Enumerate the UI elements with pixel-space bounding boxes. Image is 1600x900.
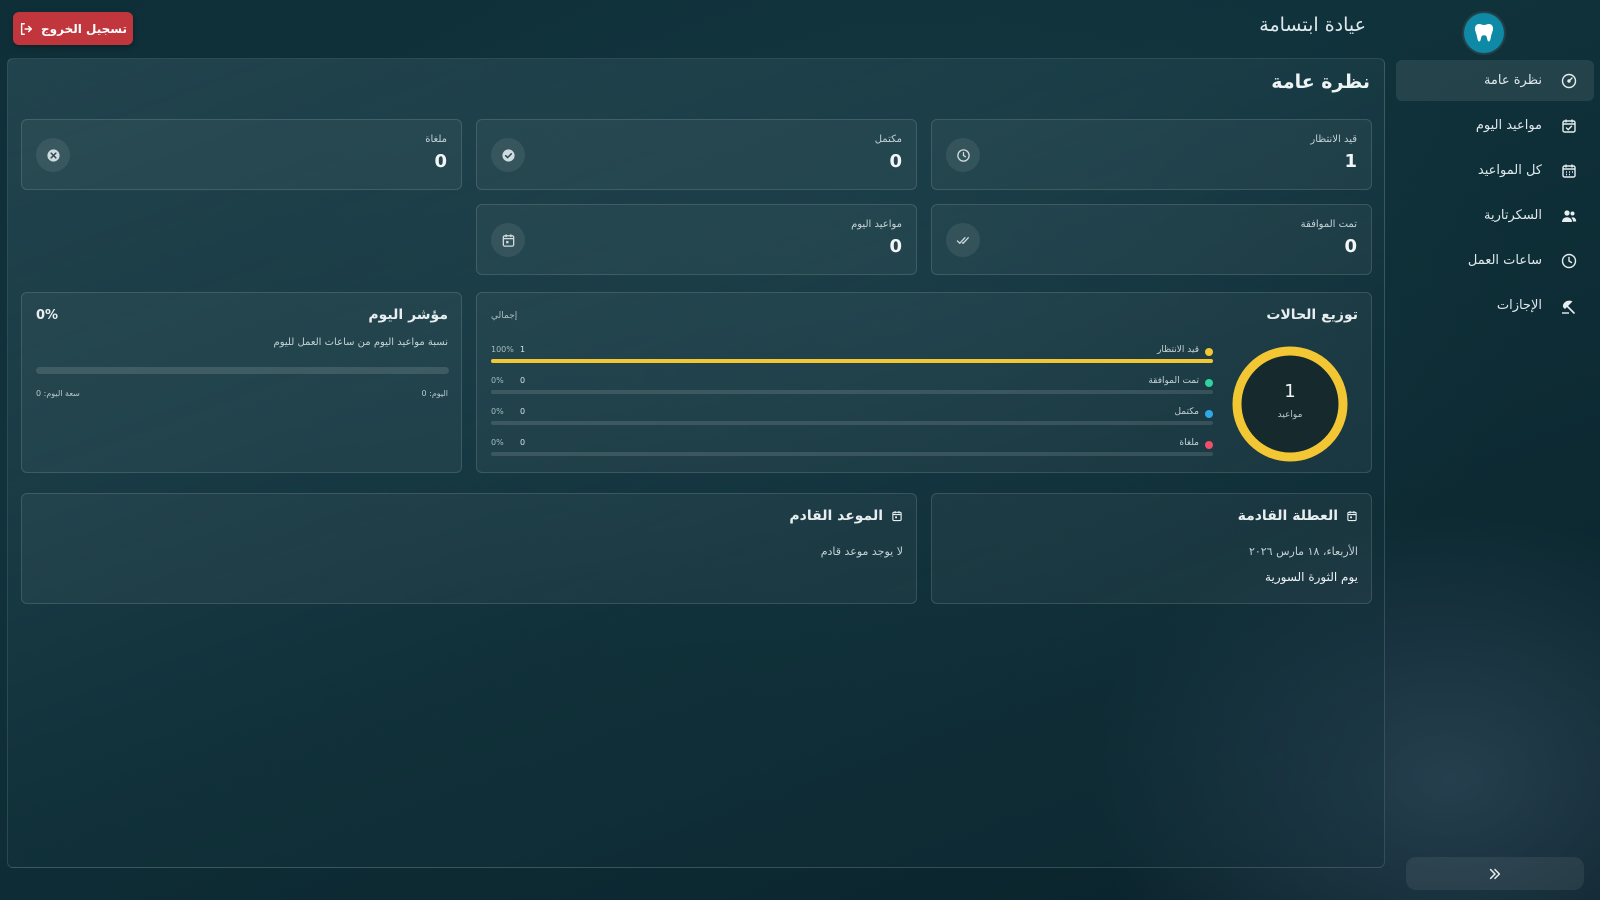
status-label: تمت الموافقة (1148, 376, 1199, 386)
sidebar-item-overview[interactable]: نظرة عامة (1396, 60, 1594, 101)
sidebar-item-label: الإجازات (1496, 298, 1542, 313)
stat-label: تمت الموافقة (1300, 219, 1357, 230)
status-bar-track (491, 359, 1213, 363)
next-holiday-title-text: العطلة القادمة (1237, 508, 1338, 524)
stat-card-pending: قيد الانتظار 1 (931, 119, 1372, 190)
status-bar-track (491, 452, 1213, 456)
status-percent: 100% (491, 345, 514, 354)
calendar-icon (1560, 162, 1578, 180)
distribution-title: توزيع الحالات (1266, 307, 1358, 323)
stat-label: مواعيد اليوم (851, 219, 902, 230)
stat-value: 0 (434, 151, 447, 172)
indicator-today-text: اليوم: 0 (421, 389, 449, 398)
next-holiday-title: العطلة القادمة (1238, 508, 1358, 524)
clock-icon (946, 138, 980, 172)
status-bar-track (491, 421, 1213, 425)
sidebar-collapse-button[interactable] (1406, 857, 1584, 890)
stat-label: قيد الانتظار (1310, 134, 1357, 145)
double-chevron-icon (1489, 868, 1501, 879)
stat-card-cancelled: ملغاة 0 (21, 119, 462, 190)
stat-value: 0 (889, 151, 902, 172)
indicator-progress-track (36, 367, 449, 374)
next-appointment-card: الموعد القادم لا يوجد موعد قادم (21, 493, 917, 604)
indicator-percent: 0% (36, 308, 59, 323)
distribution-row-cancelled: ملغاة 0% 0 (491, 438, 1213, 458)
distribution-total-label: إجمالي (491, 311, 518, 321)
clinic-logo (1464, 13, 1504, 53)
tooth-icon (1475, 24, 1493, 42)
check-circle-icon (491, 138, 525, 172)
status-distribution-card: توزيع الحالات إجمالي 1 مواعيد قيد الانتظ… (476, 292, 1372, 473)
status-count: 1 (520, 345, 526, 354)
stat-card-today: مواعيد اليوم 0 (476, 204, 917, 275)
stat-value: 1 (1344, 151, 1357, 172)
donut-total-label: مواعيد (1277, 410, 1303, 420)
double-check-icon (946, 223, 980, 257)
status-label: مكتمل (1174, 407, 1199, 417)
distribution-row-pending: قيد الانتظار 100% 1 (491, 345, 1213, 365)
next-holiday-card: العطلة القادمة الأربعاء، ١٨ مارس ٢٠٢٦ يو… (931, 493, 1372, 604)
status-label: ملغاة (1179, 438, 1199, 448)
stat-card-completed: مكتمل 0 (476, 119, 917, 190)
calendar-check-icon (1560, 117, 1578, 135)
today-indicator-card: مؤشر اليوم 0% نسبة مواعيد اليوم من ساعات… (21, 292, 462, 473)
dashboard-gauge-icon (1560, 72, 1578, 90)
beach-umbrella-icon (1560, 297, 1578, 315)
stat-value: 0 (1344, 236, 1357, 257)
distribution-row-approved: تمت الموافقة 0% 0 (491, 376, 1213, 396)
status-donut-chart (1232, 346, 1348, 462)
sidebar-item-label: مواعيد اليوم (1475, 118, 1542, 133)
stat-value: 0 (889, 236, 902, 257)
x-circle-icon (36, 138, 70, 172)
indicator-title: مؤشر اليوم (368, 307, 448, 323)
logout-label: تسجيل الخروج (41, 21, 127, 36)
stat-label: مكتمل (874, 134, 902, 145)
sidebar-item-label: ساعات العمل (1467, 253, 1542, 268)
status-count: 0 (520, 376, 526, 385)
status-dot (1205, 379, 1213, 387)
status-percent: 0% (491, 407, 504, 416)
next-appointment-title-text: الموعد القادم (789, 508, 883, 524)
status-dot (1205, 348, 1213, 356)
main-panel: نظرة عامة قيد الانتظار 1 مكتمل 0 ملغاة 0… (7, 58, 1385, 868)
next-holiday-date: الأربعاء، ١٨ مارس ٢٠٢٦ (1248, 545, 1358, 558)
app-title: عيادة ابتسامة (1259, 14, 1366, 36)
next-appointment-empty: لا يوجد موعد قادم (820, 545, 903, 558)
stat-label: ملغاة (425, 134, 447, 145)
status-dot (1205, 410, 1213, 418)
sidebar-item-working-hours[interactable]: ساعات العمل (1396, 240, 1594, 281)
sidebar-item-today-appointments[interactable]: مواعيد اليوم (1396, 105, 1594, 146)
distribution-row-completed: مكتمل 0% 0 (491, 407, 1213, 427)
calendar-icon (1347, 511, 1357, 522)
status-count: 0 (520, 407, 526, 416)
next-appointment-title: الموعد القادم (789, 508, 903, 524)
sidebar-item-label: كل المواعيد (1477, 163, 1542, 178)
status-percent: 0% (491, 438, 504, 447)
logout-button[interactable]: تسجيل الخروج (13, 12, 133, 45)
page-title: نظرة عامة (1271, 71, 1370, 93)
donut-total-value: 1 (1284, 381, 1296, 402)
status-count: 0 (520, 438, 526, 447)
status-bar-fill (491, 359, 1213, 363)
sidebar-item-all-appointments[interactable]: كل المواعيد (1396, 150, 1594, 191)
stat-card-approved: تمت الموافقة 0 (931, 204, 1372, 275)
sidebar-item-label: نظرة عامة (1483, 73, 1542, 88)
status-bar-track (491, 390, 1213, 394)
status-percent: 0% (491, 376, 504, 385)
clock-icon (1560, 252, 1578, 270)
next-holiday-name: يوم الثورة السورية (1265, 570, 1358, 584)
status-label: قيد الانتظار (1157, 345, 1199, 355)
status-dot (1205, 441, 1213, 449)
calendar-icon (491, 223, 525, 257)
sidebar-item-holidays[interactable]: الإجازات (1396, 285, 1594, 326)
logout-icon (20, 22, 32, 35)
indicator-description: نسبة مواعيد اليوم من ساعات العمل لليوم (273, 337, 448, 348)
sidebar-item-label: السكرتارية (1484, 208, 1542, 223)
sidebar-item-secretaries[interactable]: السكرتارية (1396, 195, 1594, 236)
calendar-icon (892, 511, 902, 522)
indicator-capacity-text: سعة اليوم: 0 (36, 389, 80, 398)
sidebar: نظرة عامة مواعيد اليوم كل المواعيد السكر… (1396, 60, 1594, 330)
users-icon (1560, 207, 1578, 225)
